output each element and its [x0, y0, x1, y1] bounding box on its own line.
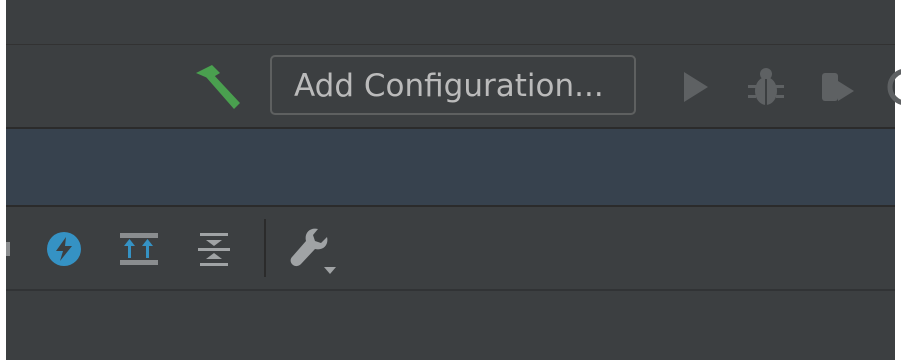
tool-window-toolbar [6, 207, 895, 291]
content-area [6, 291, 895, 360]
coverage-button[interactable] [818, 67, 858, 107]
power-button[interactable] [44, 229, 84, 269]
collapse-all-button[interactable] [194, 229, 234, 269]
collapse-all-icon [198, 233, 230, 266]
profile-button[interactable] [886, 65, 901, 109]
run-button[interactable] [674, 67, 714, 107]
ide-window: Add Configuration... [0, 0, 901, 360]
profiler-icon [887, 69, 901, 105]
right-margin [895, 0, 901, 360]
hammer-icon [196, 65, 240, 109]
main-toolbar: Add Configuration... [6, 45, 901, 129]
debug-button[interactable] [746, 65, 786, 109]
wrench-icon [290, 228, 336, 274]
menu-strip [6, 0, 895, 45]
play-icon [684, 72, 708, 102]
toolbar-separator [264, 219, 266, 277]
add-configuration-button[interactable]: Add Configuration... [270, 55, 636, 115]
expand-all-icon [120, 233, 158, 265]
power-icon [47, 232, 81, 266]
build-button[interactable] [190, 63, 242, 111]
navigation-bar [6, 129, 895, 207]
bug-icon [748, 68, 784, 105]
settings-button[interactable] [288, 225, 344, 277]
coverage-icon [822, 73, 854, 101]
expand-all-button[interactable] [118, 229, 160, 269]
toolbar-edge-icon [6, 242, 10, 256]
